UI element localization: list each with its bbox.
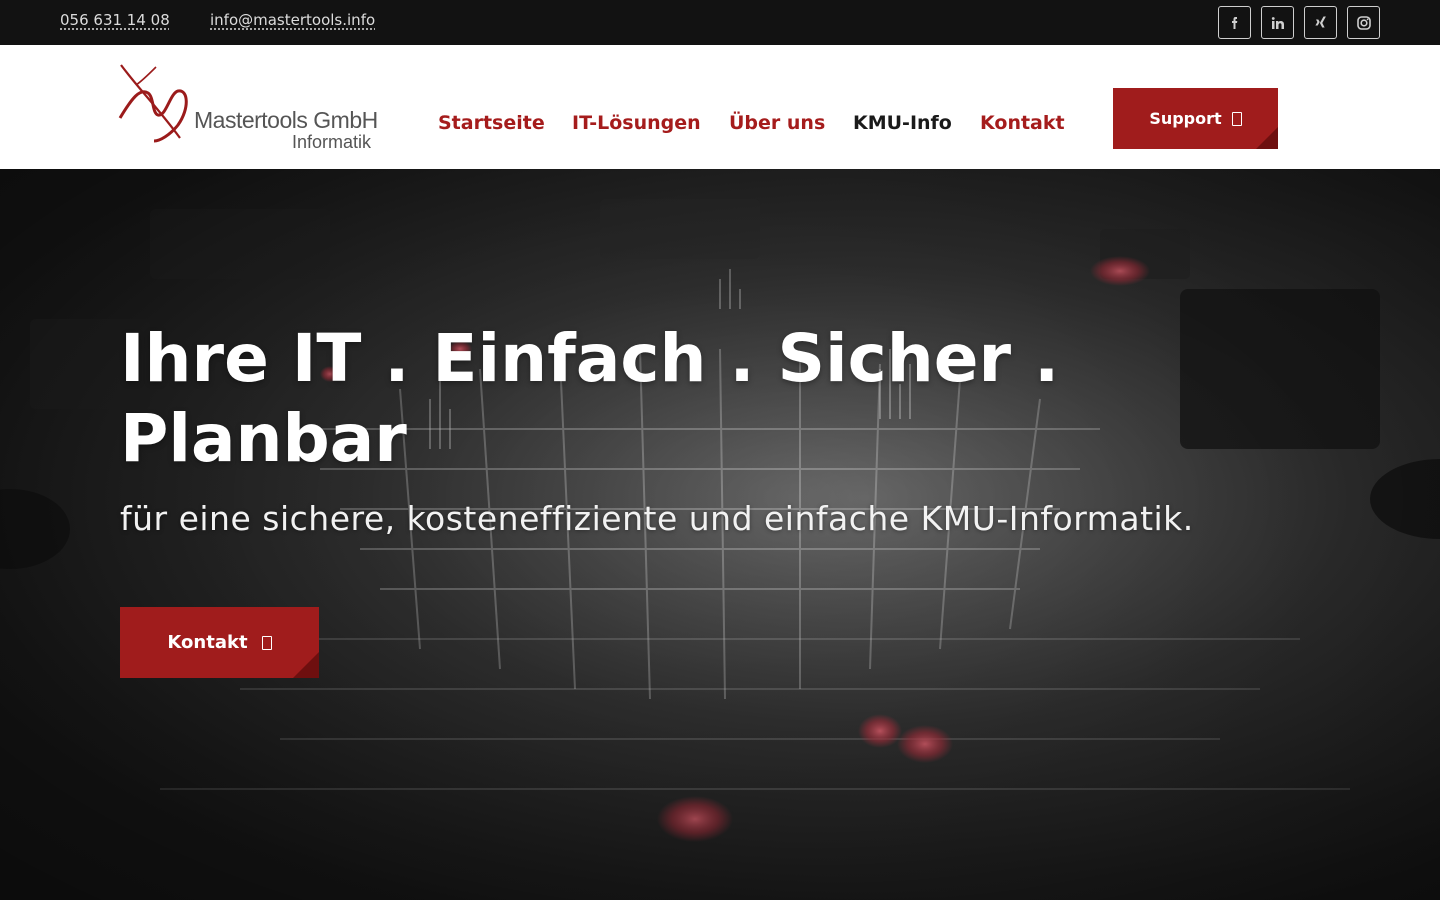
logo-company-name: Mastertools GmbH (194, 107, 378, 133)
nav-startseite[interactable]: Startseite (438, 112, 545, 134)
nav-it-loesungen[interactable]: IT-Lösungen (572, 112, 701, 134)
hero-button-icon (261, 635, 272, 650)
logo[interactable]: Mastertools GmbH Informatik (118, 63, 393, 155)
button-corner-accent (1256, 127, 1278, 149)
linkedin-icon (1271, 16, 1284, 29)
instagram-button[interactable] (1347, 6, 1380, 39)
hero-section: Ihre IT . Einfach . Sicher . Planbar für… (0, 169, 1440, 900)
button-corner-accent (293, 652, 319, 678)
xing-button[interactable] (1304, 6, 1337, 39)
xing-icon (1314, 16, 1326, 27)
instagram-icon (1356, 15, 1371, 30)
support-button[interactable]: Support (1113, 88, 1278, 149)
facebook-icon (1231, 16, 1237, 29)
top-bar: 056 631 14 08 info@mastertools.info (0, 0, 1440, 45)
hero-subtitle: für eine sichere, kosteneffiziente und e… (120, 499, 1194, 538)
logo-mark-icon (118, 64, 188, 143)
nav-ueber-uns[interactable]: Über uns (729, 112, 825, 134)
nav-kmu-info[interactable]: KMU-Info (853, 112, 952, 134)
hero-title: Ihre IT . Einfach . Sicher . Planbar (120, 320, 1060, 477)
linkedin-button[interactable] (1261, 6, 1294, 39)
hero-kontakt-button[interactable]: Kontakt (120, 607, 319, 678)
hero-button-label: Kontakt (167, 632, 248, 653)
email-link[interactable]: info@mastertools.info (210, 11, 375, 29)
facebook-button[interactable] (1218, 6, 1251, 39)
nav-kontakt[interactable]: Kontakt (980, 112, 1065, 134)
support-button-label: Support (1149, 109, 1222, 128)
site-header: Mastertools GmbH Informatik Startseite I… (0, 45, 1440, 169)
logo-subtitle: Informatik (292, 132, 372, 152)
phone-link[interactable]: 056 631 14 08 (60, 11, 170, 29)
support-button-icon (1231, 111, 1242, 126)
